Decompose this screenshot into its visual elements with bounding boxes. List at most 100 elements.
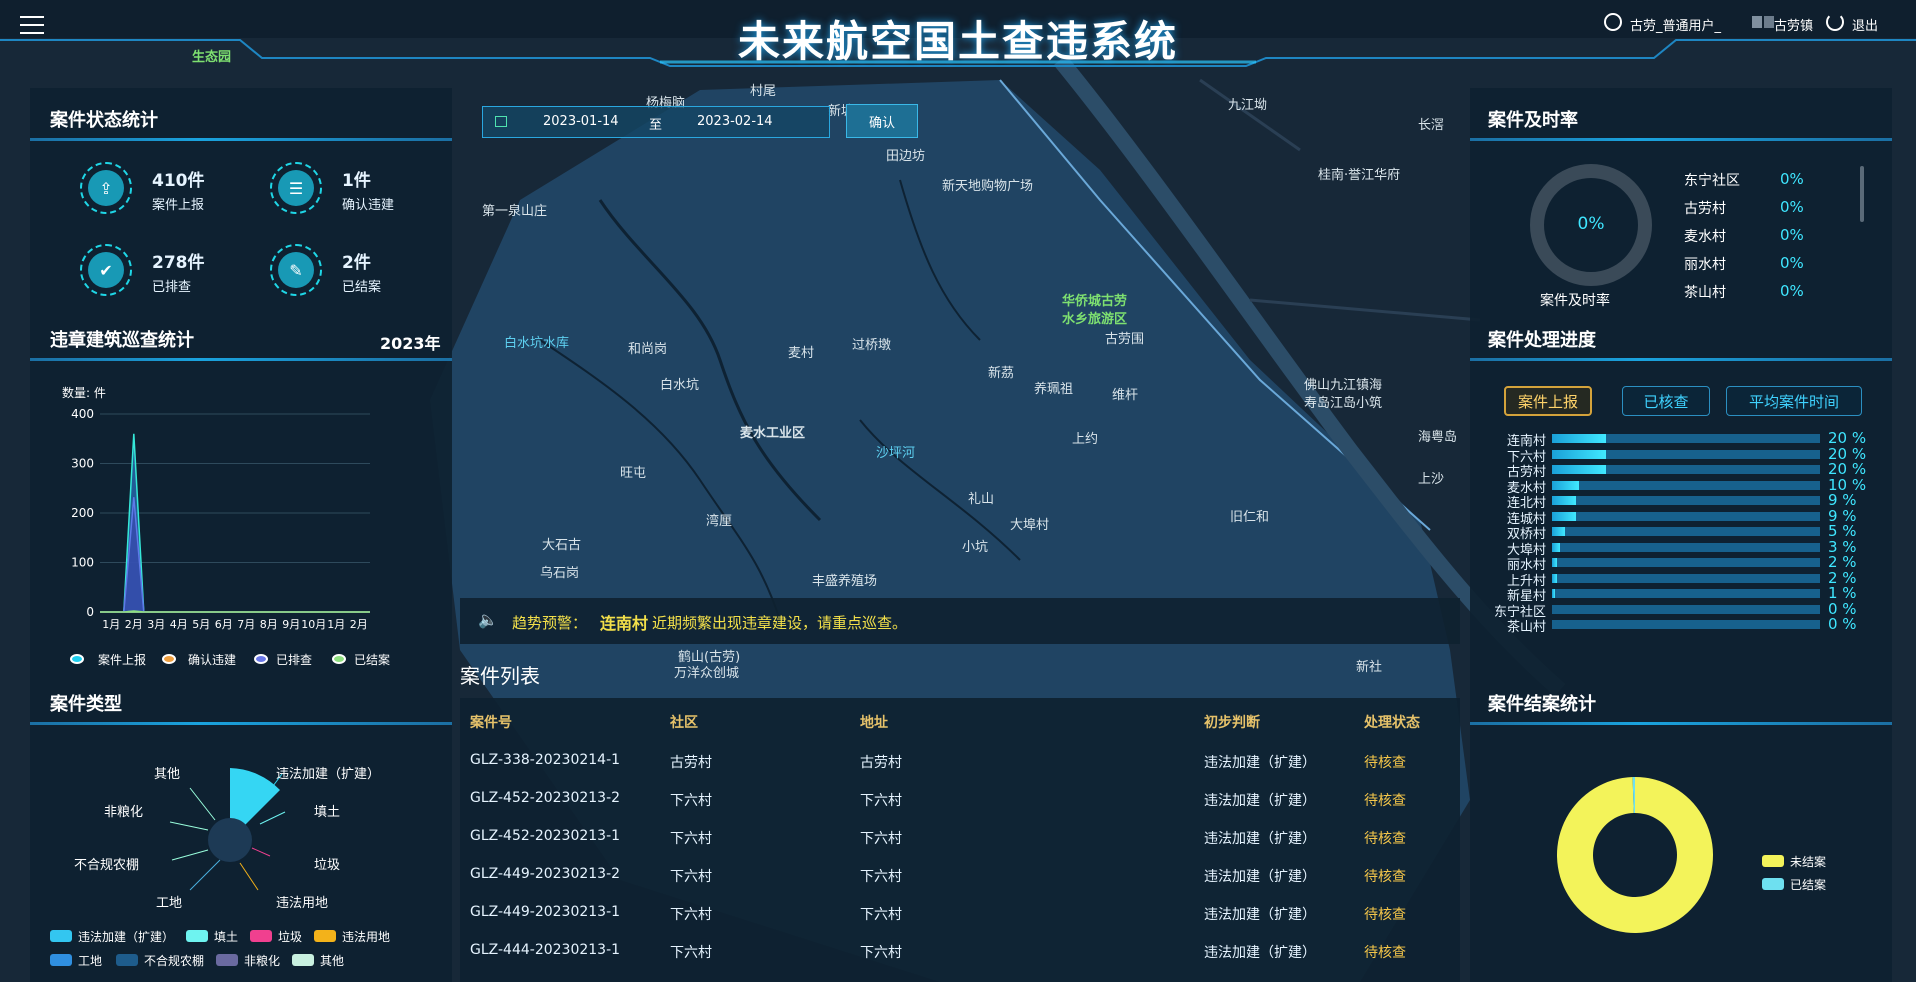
table-row[interactable]: GLZ-449-20230213-2 下六村 下六村 违法加建（扩建） 待核查 (460, 862, 1460, 890)
table-row[interactable]: GLZ-338-20230214-1 古劳村 古劳村 违法加建（扩建） 待核查 (460, 748, 1460, 776)
user-icon[interactable] (1604, 13, 1622, 31)
progress-track (1552, 527, 1820, 536)
map-label: 佛山九江镇海 (1304, 378, 1383, 393)
x-tick-label: 8月 (260, 618, 278, 631)
case-status: 待核查 (1364, 907, 1406, 923)
progress-fill (1552, 480, 1579, 490)
stat-label: 已结案 (342, 280, 382, 295)
x-tick-label: 4月 (170, 618, 188, 631)
progress-fill (1552, 558, 1558, 567)
date-separator: 至 (649, 118, 663, 133)
case-list-title: 案件列表 (460, 664, 540, 688)
title-underline (30, 138, 452, 141)
stat-value: 2件 (342, 253, 371, 273)
upload-icon: ⇪ (88, 170, 124, 206)
case-address: 古劳村 (860, 755, 902, 771)
rose-label: 垃圾 (314, 858, 341, 873)
patrol-title: 违章建筑巡查统计 (50, 330, 194, 351)
legend-swatch (314, 930, 336, 942)
map-label: 第一泉山庄 (482, 204, 548, 219)
y-tick-label: 300 (71, 457, 94, 471)
map-label: 村尾 (750, 84, 777, 99)
map-label: 华侨城古劳 (1062, 294, 1128, 309)
case-community: 下六村 (670, 793, 712, 809)
date-start[interactable]: 2023-01-14 (543, 114, 619, 129)
map-label: 桂南·誉江华府 (1318, 168, 1401, 183)
date-end[interactable]: 2023-02-14 (697, 114, 773, 129)
case-community: 古劳村 (670, 755, 712, 771)
chart-unit: 数量: 件 (62, 386, 106, 400)
trend-alert-bar: 🔈 趋势预警： 连南村 近期频繁出现违章建设，请重点巡查。 (460, 598, 1460, 644)
legend-label: 已结案 (1790, 878, 1827, 892)
case-judgement: 违法加建（扩建） (1204, 755, 1316, 771)
case-stats-title: 案件状态统计 (50, 110, 158, 131)
confirm-button[interactable]: 确认 (846, 104, 918, 138)
progress-track (1552, 434, 1820, 443)
rate-name: 丽水村 (1684, 257, 1726, 273)
legend-swatch (186, 930, 208, 942)
calendar-icon[interactable] (495, 116, 507, 127)
case-judgement: 违法加建（扩建） (1204, 945, 1316, 961)
tab-case-report[interactable]: 案件上报 (1504, 386, 1592, 416)
user-mask (1752, 16, 1762, 28)
case-judgement: 违法加建（扩建） (1204, 831, 1316, 847)
date-range-picker[interactable]: 2023-01-14 至 2023-02-14 (482, 106, 830, 138)
map-label: 上约 (1072, 432, 1099, 447)
rose-label: 填土 (314, 805, 341, 820)
map-label: 过桥墩 (852, 338, 892, 353)
stat-ring: ☰ (270, 162, 322, 214)
case-judgement: 违法加建（扩建） (1204, 793, 1316, 809)
power-icon[interactable] (1826, 13, 1844, 31)
map-label: 新茘 (988, 366, 1015, 381)
tab-verified[interactable]: 已核查 (1622, 386, 1710, 416)
progress-track (1552, 511, 1820, 521)
case-id[interactable]: GLZ-449-20230213-2 (470, 866, 620, 882)
stat-value: 278件 (152, 253, 205, 273)
case-address: 下六村 (860, 869, 902, 885)
map-label: 白水坑水库 (504, 336, 570, 351)
map-label: 麦村 (788, 346, 815, 361)
progress-track (1552, 449, 1820, 459)
table-row[interactable]: GLZ-452-20230213-1 下六村 下六村 违法加建（扩建） 待核查 (460, 824, 1460, 852)
case-id[interactable]: GLZ-338-20230214-1 (470, 752, 620, 768)
progress-fill (1552, 496, 1577, 505)
progress-track (1552, 465, 1820, 474)
progress-fill (1552, 573, 1558, 583)
table-row[interactable]: GLZ-444-20230213-1 下六村 下六村 违法加建（扩建） 待核查 (460, 938, 1460, 966)
case-status: 待核查 (1364, 793, 1406, 809)
progress-fill (1552, 589, 1555, 598)
shield-check-icon: ✔ (88, 252, 124, 288)
table-row[interactable]: GLZ-452-20230213-2 下六村 下六村 违法加建（扩建） 待核查 (460, 786, 1460, 814)
patrol-area-chart[interactable]: 01002003004001月 2月 3月 4月 5月 6月 7月 8月 9月 10月 1月 2月 (60, 400, 380, 640)
clipboard-check-icon: ✎ (278, 252, 314, 288)
rate-scrollbar[interactable] (1860, 166, 1864, 222)
case-community: 下六村 (670, 907, 712, 923)
title-underline (30, 722, 452, 725)
map-label: 上沙 (1418, 472, 1445, 487)
case-id[interactable]: GLZ-452-20230213-1 (470, 828, 620, 844)
x-tick-label: 7月 (237, 618, 255, 631)
logout-button[interactable]: 退出 (1852, 15, 1878, 34)
y-tick-label: 200 (71, 506, 94, 520)
progress-track (1552, 480, 1820, 490)
y-tick-label: 100 (71, 556, 94, 570)
case-id[interactable]: GLZ-444-20230213-1 (470, 942, 620, 958)
stat-value: 410件 (152, 171, 205, 191)
rate-name: 茶山村 (1684, 285, 1726, 301)
user-name[interactable]: 古劳_普通用户_ (1630, 15, 1721, 34)
timeliness-caption: 案件及时率 (1540, 293, 1610, 309)
progress-fill (1552, 449, 1606, 459)
page-title: 未来航空国土查违系统 (737, 17, 1178, 66)
case-id[interactable]: GLZ-452-20230213-2 (470, 790, 620, 806)
tab-avg-case-time[interactable]: 平均案件时间 (1726, 386, 1862, 416)
series-area-已结案[interactable] (100, 610, 370, 613)
map-label: 维杆 (1112, 388, 1139, 403)
closure-donut-chart[interactable] (1540, 760, 1730, 950)
legend-label: 非粮化 (244, 954, 281, 968)
case-status: 待核查 (1364, 755, 1406, 771)
case-id[interactable]: GLZ-449-20230213-1 (470, 904, 620, 920)
alert-text: 近期频繁出现违章建设，请重点巡查。 (652, 614, 908, 632)
rose-label: 非粮化 (104, 805, 144, 820)
map-label: 礼山 (968, 492, 995, 507)
table-row[interactable]: GLZ-449-20230213-1 下六村 下六村 违法加建（扩建） 待核查 (460, 900, 1460, 928)
